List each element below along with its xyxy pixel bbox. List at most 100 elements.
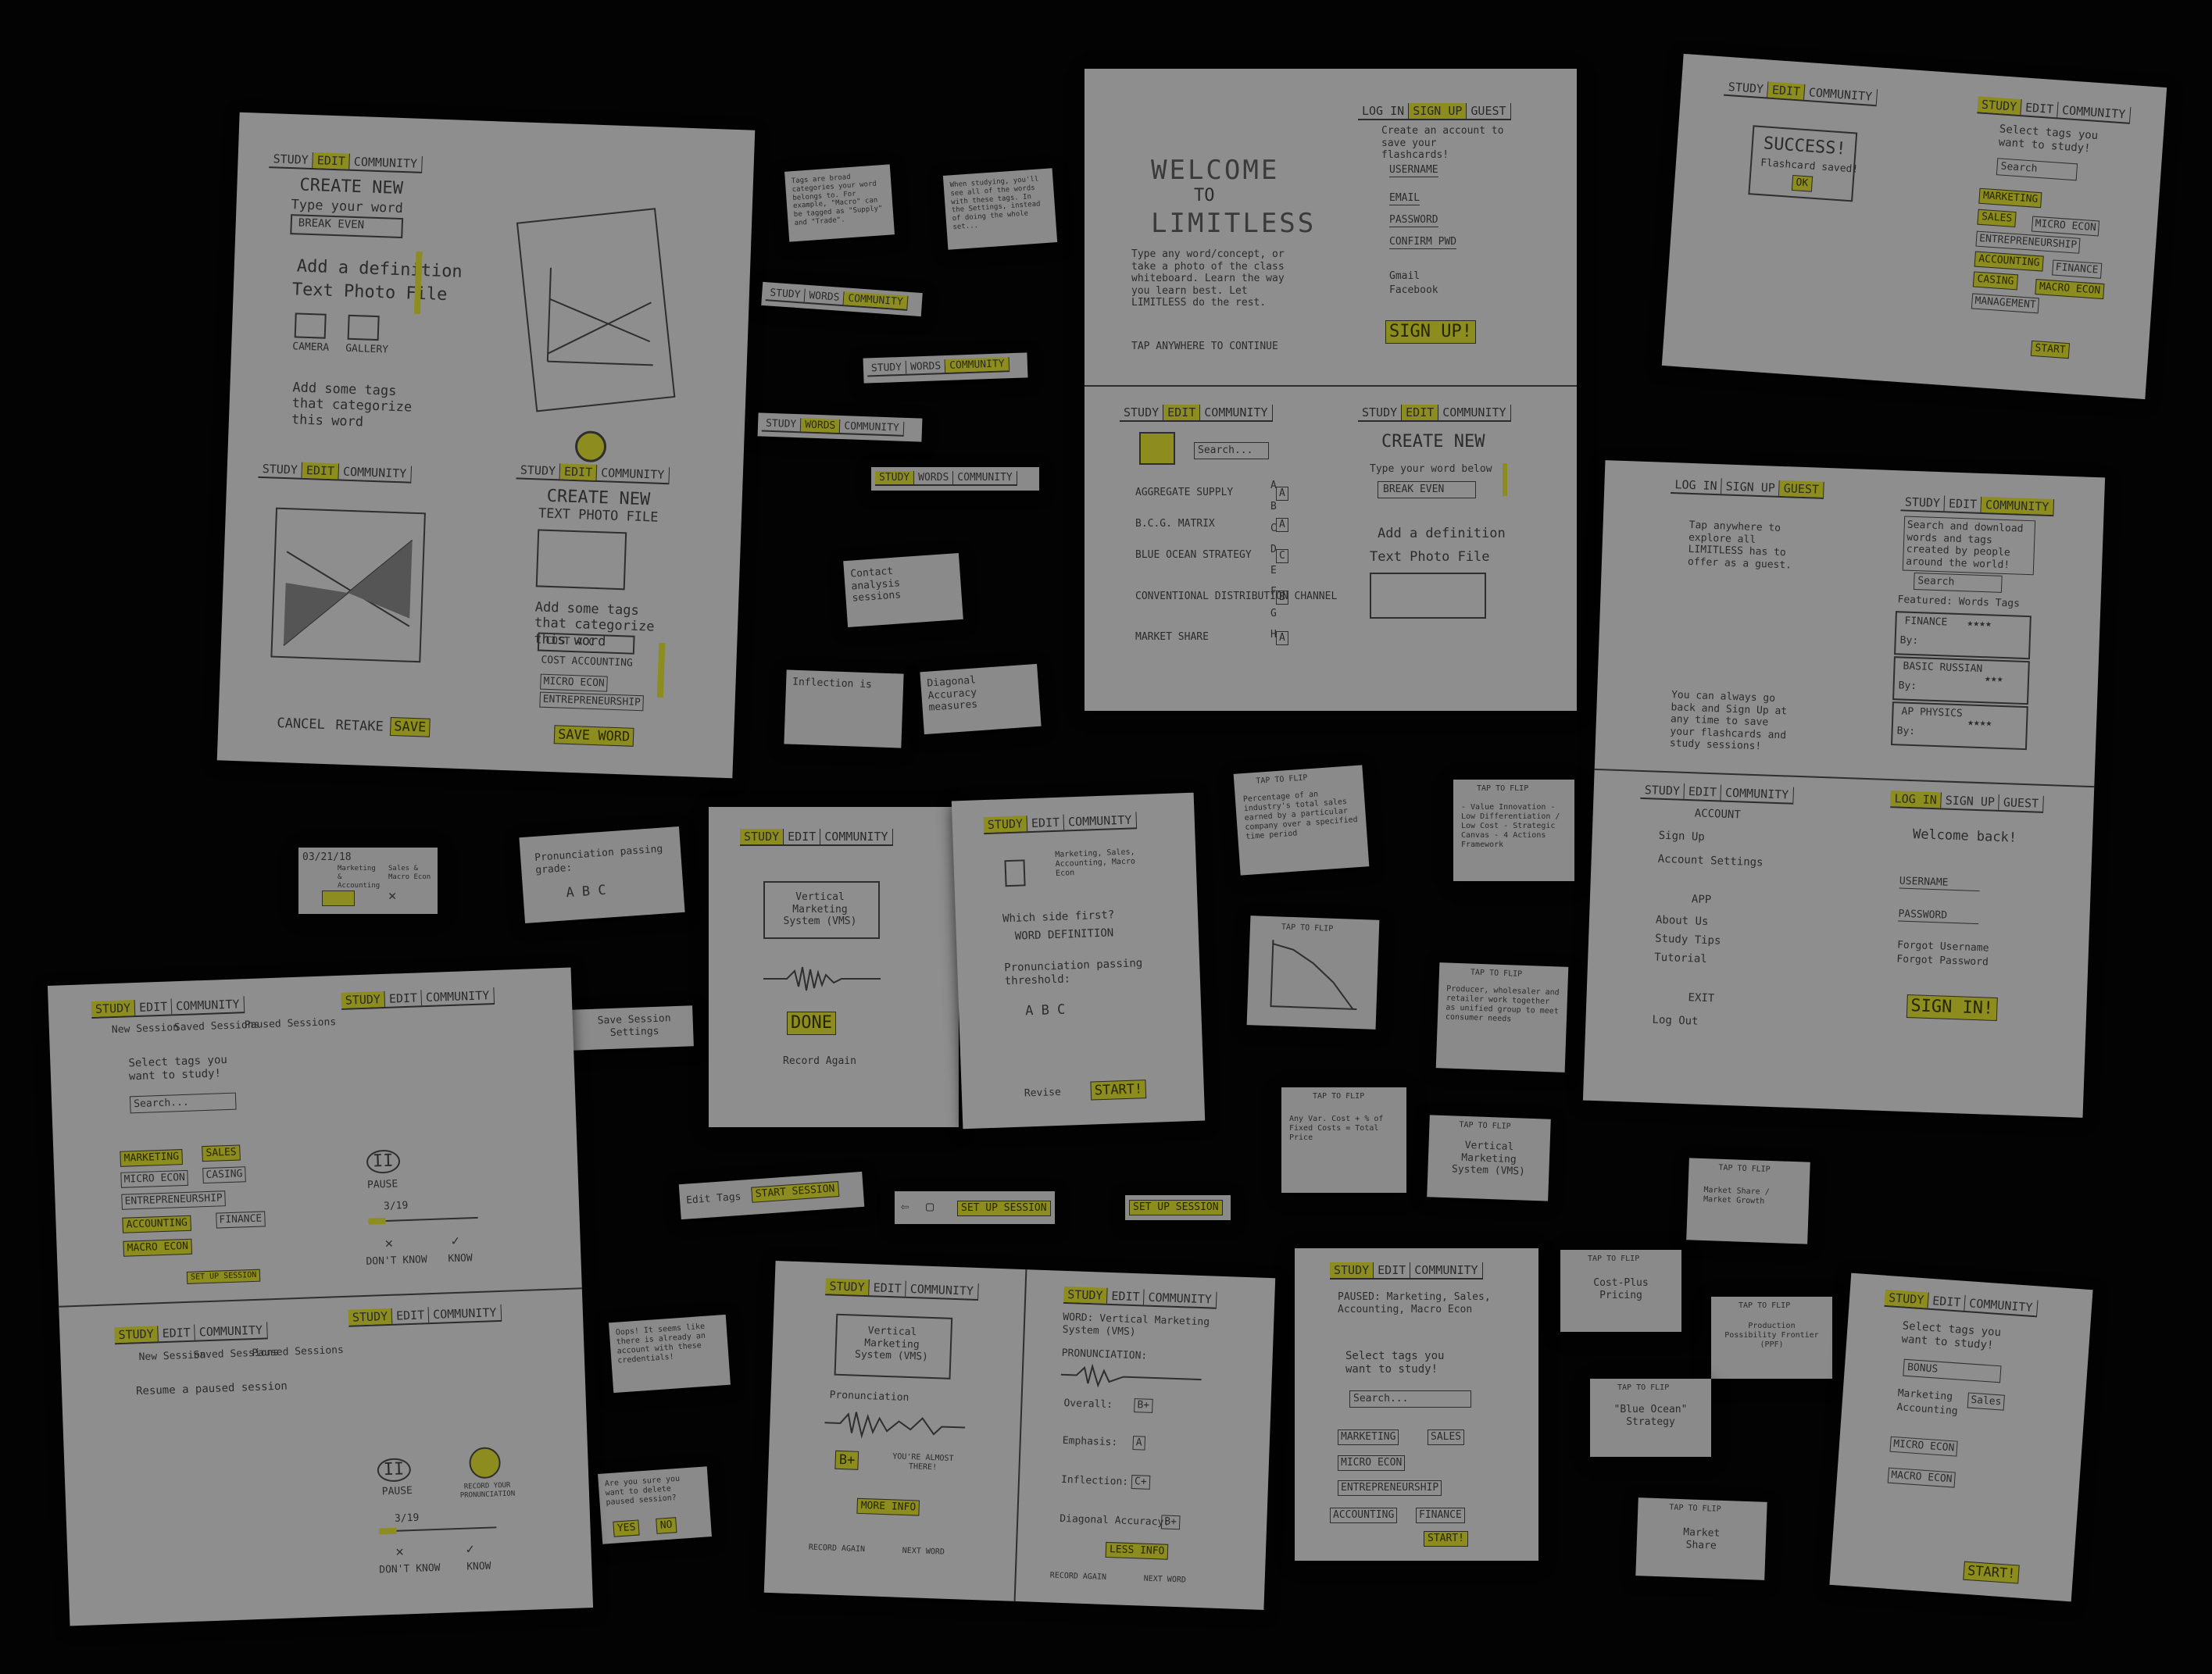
tag-chip[interactable]: SALES: [1977, 209, 2017, 227]
tag-chip[interactable]: ACCOUNTING: [122, 1215, 192, 1233]
tab-study[interactable]: STUDY: [1884, 1289, 1929, 1308]
tag-chip[interactable]: CASING: [202, 1166, 246, 1183]
tab-paused-sessions[interactable]: Paused Sessions: [252, 1344, 344, 1360]
tab-community[interactable]: COMMUNITY: [843, 291, 909, 309]
tab-sign-up[interactable]: SIGN UP: [1721, 478, 1781, 496]
flashcard[interactable]: TAP TO FLIP: [1246, 916, 1380, 1030]
set-up-session-button[interactable]: SET UP SESSION: [1129, 1200, 1223, 1215]
tab-edit[interactable]: EDIT: [313, 152, 351, 170]
dont-know-icon[interactable]: ✕: [384, 1236, 393, 1252]
ok-button[interactable]: OK: [1791, 174, 1813, 192]
yes-button[interactable]: YES: [613, 1519, 641, 1537]
tab-study[interactable]: STUDY: [1358, 405, 1403, 420]
word-definition-options[interactable]: WORD DEFINITION: [1015, 926, 1114, 943]
flashcard[interactable]: TAP TO FLIP Vertical Marketing System (V…: [1427, 1115, 1551, 1201]
tab-community[interactable]: COMMUNITY: [195, 1322, 268, 1340]
tab-edit[interactable]: EDIT: [158, 1324, 196, 1342]
tap-continue[interactable]: TAP ANYWHERE TO CONTINUE: [1131, 341, 1278, 353]
cancel-button[interactable]: CANCEL: [277, 716, 325, 733]
tab-sign-up[interactable]: SIGN UP: [1941, 792, 2000, 810]
tutorial-link[interactable]: Tutorial: [1654, 951, 1707, 966]
tab-guest[interactable]: GUEST: [1779, 480, 1824, 498]
tab-edit[interactable]: EDIT: [1027, 814, 1065, 832]
username-field[interactable]: USERNAME: [1389, 164, 1438, 177]
tag-chip[interactable]: ENTREPRENEURSHIP: [1338, 1480, 1442, 1496]
definition-options[interactable]: Text Photo File: [1370, 549, 1490, 565]
sign-up-button[interactable]: SIGN UP!: [1385, 320, 1476, 344]
tab-community[interactable]: COMMUNITY: [906, 1280, 979, 1300]
tab-study[interactable]: STUDY: [1724, 78, 1769, 98]
tab-words[interactable]: WORDS: [804, 288, 845, 305]
tab-study[interactable]: STUDY: [1977, 96, 2022, 116]
flashcard[interactable]: TAP TO FLIP "Blue Ocean" Strategy: [1590, 1379, 1711, 1457]
tab-study[interactable]: STUDY: [1640, 781, 1685, 799]
search-input[interactable]: Search...: [1194, 442, 1270, 459]
scrollbar[interactable]: [656, 642, 666, 698]
tag-chip[interactable]: MICRO ECON: [540, 673, 609, 692]
definition-options[interactable]: Text Photo File: [291, 280, 447, 305]
flashcard[interactable]: TAP TO FLIP Production Possibility Front…: [1711, 1297, 1832, 1379]
tab-community[interactable]: COMMUNITY: [1410, 1262, 1483, 1278]
tab-community[interactable]: COMMUNITY: [171, 996, 245, 1015]
tab-community[interactable]: COMMUNITY: [428, 1304, 502, 1323]
tab-study[interactable]: STUDY: [516, 462, 561, 480]
dont-know-icon[interactable]: ✕: [395, 1544, 404, 1560]
tab-edit[interactable]: EDIT: [1944, 495, 1982, 512]
tag-chip[interactable]: MARKETING: [120, 1149, 184, 1167]
record-again-button[interactable]: RECORD AGAIN: [809, 1544, 866, 1555]
tab-community[interactable]: COMMUNITY: [953, 471, 1017, 484]
tab-study[interactable]: STUDY: [269, 151, 314, 169]
done-button[interactable]: DONE: [787, 1012, 836, 1036]
less-info-button[interactable]: LESS INFO: [1105, 1541, 1169, 1560]
tab-community[interactable]: COMMUNITY: [1721, 784, 1794, 803]
word-list-item[interactable]: CONVENTIONAL DISTRIBUTION CHANNEL: [1135, 591, 1337, 603]
set-up-session-button[interactable]: SET UP SESSION: [957, 1201, 1051, 1216]
tab-study[interactable]: STUDY: [91, 1000, 136, 1017]
search-input[interactable]: Search: [1996, 158, 2078, 180]
definition-options[interactable]: TEXT PHOTO FILE: [538, 505, 659, 526]
tag-chip[interactable]: MARKETING: [1978, 187, 2042, 208]
no-button[interactable]: NO: [656, 1517, 677, 1534]
tab-edit[interactable]: EDIT: [1163, 405, 1201, 420]
grade-options[interactable]: A B C: [1025, 1002, 1066, 1019]
copy-icon[interactable]: ▢: [926, 1199, 934, 1215]
tab-study[interactable]: STUDY: [114, 1326, 159, 1344]
tag-chip[interactable]: MICRO ECON: [2031, 216, 2100, 237]
tag-chip[interactable]: SALES: [202, 1144, 241, 1162]
tag-chip[interactable]: FINANCE: [216, 1211, 266, 1229]
search-input[interactable]: Search: [1913, 572, 2003, 593]
tag-chip[interactable]: MICRO ECON: [1889, 1436, 1958, 1457]
tab-community[interactable]: COMMUNITY: [421, 987, 495, 1006]
tab-edit[interactable]: EDIT: [302, 462, 340, 480]
email-field[interactable]: EMAIL: [1389, 192, 1420, 205]
tab-study[interactable]: STUDY: [867, 360, 907, 376]
tab-edit[interactable]: EDIT: [391, 1307, 430, 1324]
pause-icon[interactable]: II: [366, 1149, 401, 1175]
tab-study[interactable]: STUDY: [761, 416, 802, 432]
tab-edit[interactable]: EDIT: [1374, 1262, 1411, 1278]
tab-edit[interactable]: EDIT: [384, 990, 423, 1007]
tag-chip[interactable]: FINANCE: [2052, 259, 2103, 279]
set-up-session-button[interactable]: SET UP SESSION: [186, 1269, 261, 1284]
word-list-item[interactable]: BLUE OCEAN STRATEGY: [1135, 549, 1252, 562]
tab-log-in[interactable]: LOG IN: [1890, 791, 1942, 808]
start-button[interactable]: START!: [1090, 1080, 1147, 1101]
sign-up-link[interactable]: Sign Up: [1658, 830, 1705, 844]
tab-edit[interactable]: EDIT: [559, 463, 598, 480]
forgot-username-link[interactable]: Forgot Username: [1897, 940, 1989, 955]
featured-tabs[interactable]: Featured: Words Tags: [1897, 594, 2020, 610]
tab-edit[interactable]: EDIT: [2021, 99, 2059, 118]
flashcard[interactable]: TAP TO FLIP Market Share: [1635, 1497, 1767, 1580]
pause-icon[interactable]: II: [377, 1458, 411, 1483]
close-icon[interactable]: ✕: [388, 888, 396, 904]
tab-edit[interactable]: EDIT: [1928, 1292, 1966, 1311]
grade-options[interactable]: A B C: [566, 883, 606, 901]
tag-chip[interactable]: SALES: [1428, 1430, 1465, 1445]
tag-chip[interactable]: CASING: [1972, 271, 2019, 290]
add-word-button[interactable]: [1139, 432, 1175, 465]
search-input[interactable]: BONUS: [1903, 1358, 2002, 1383]
tab-sign-up[interactable]: SIGN UP: [1409, 103, 1467, 119]
about-us-link[interactable]: About Us: [1656, 914, 1709, 929]
tab-study[interactable]: STUDY: [1120, 405, 1164, 420]
tab-community[interactable]: COMMUNITY: [1438, 405, 1511, 420]
